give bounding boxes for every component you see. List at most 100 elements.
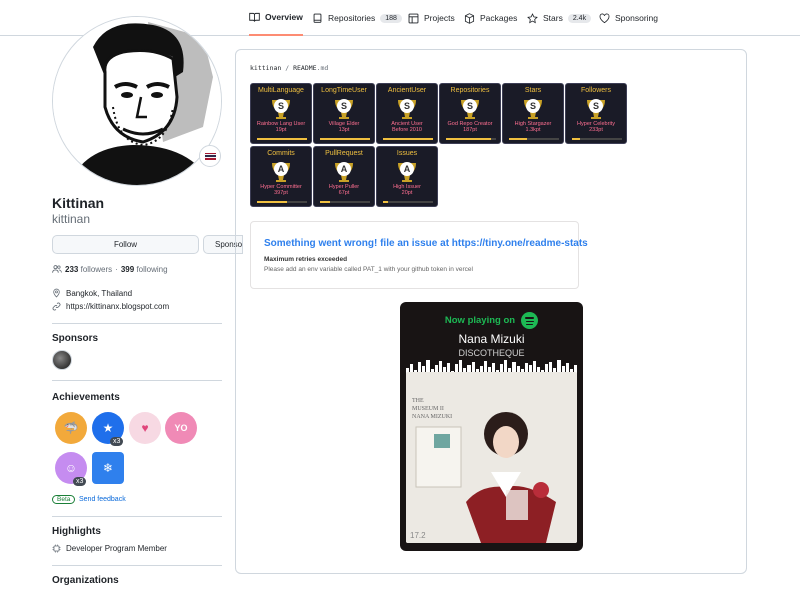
trophy-title: Repositories [450, 87, 490, 94]
trophy-icon: A [332, 159, 356, 183]
readme-file: README [293, 64, 317, 72]
trophy-points: 67pt [338, 190, 350, 196]
trophy-title: Issues [396, 150, 418, 157]
achievements-title: Achievements [52, 392, 120, 403]
status-badge[interactable] [199, 145, 221, 167]
trophy-progress-fill [572, 138, 580, 140]
avatar-illustration [53, 17, 221, 185]
trophy-points: 397pt [274, 190, 288, 196]
album-cover: THE MUSEUM II NANA MIZUKI 17.2 [406, 372, 577, 543]
trophy-card: AncientUser S Ancient User Before 2010 [376, 83, 438, 144]
star-icon [527, 12, 538, 23]
trophy-points: 233pt [589, 127, 603, 133]
people-icon [52, 265, 62, 273]
starstruck-icon: ★ [102, 421, 114, 435]
trophy-points: 187pt [463, 127, 477, 133]
tab-overview[interactable]: Overview [249, 0, 303, 36]
trophy-title: Stars [524, 87, 542, 94]
website-link[interactable]: https://kittinanx.blogspot.com [66, 302, 169, 311]
trophy-progress-fill [257, 138, 307, 140]
trophy-rank: S [589, 99, 603, 113]
follow-stats: 233 followers · 399 following [52, 264, 168, 274]
link-icon [52, 302, 61, 311]
trophy-title: MultiLanguage [258, 87, 304, 94]
avatar[interactable] [52, 16, 222, 186]
book-icon [249, 12, 260, 22]
trophy-card: PullRequest A Hyper Puller 67pt [313, 146, 375, 207]
trophy-progress [446, 138, 496, 140]
cover-line: THE [412, 398, 424, 404]
sponsors-title: Sponsors [52, 333, 99, 344]
path-separator: / [285, 64, 290, 72]
trophy-icon: A [269, 159, 293, 183]
trophy-icon: S [269, 96, 293, 120]
send-feedback-link[interactable]: Send feedback [79, 496, 126, 503]
achievement-heart-on-sleeve[interactable]: ♥ [129, 412, 161, 444]
trophy-progress-fill [383, 138, 433, 140]
achievement-multiplier: x3 [73, 477, 87, 486]
trophy-rank: S [463, 99, 477, 113]
thailand-flag-icon [204, 152, 216, 160]
trophy-progress-fill [320, 138, 370, 140]
tab-label: Sponsoring [615, 13, 659, 23]
separator: · [115, 264, 118, 274]
trophy-points: Before 2010 [392, 127, 422, 133]
table-icon [408, 13, 419, 23]
repo-icon [313, 13, 322, 23]
tab-packages[interactable]: Packages [464, 0, 517, 36]
tab-label: Overview [265, 12, 303, 22]
trophy-rank: A [337, 162, 351, 176]
following-link[interactable]: 399 following [121, 265, 168, 274]
achievement-arctic-code-vault[interactable]: ❄ [92, 452, 124, 484]
tab-stars[interactable]: Stars 2.4k [527, 0, 592, 36]
tab-repositories[interactable]: Repositories 188 [312, 0, 402, 36]
error-line-2: Please add an env variable called PAT_1 … [264, 266, 473, 273]
trophy-icon: S [458, 96, 482, 120]
followers-link[interactable]: 233 followers [65, 265, 112, 274]
error-line-1: Maximum retries exceeded [264, 256, 348, 263]
trophy-title: Commits [267, 150, 295, 157]
tab-label: Packages [480, 13, 518, 23]
achievement-pull-shark[interactable]: 🦈 [55, 412, 87, 444]
readme-user-link[interactable]: kittinan [250, 64, 281, 72]
trophy-card: Issues A High Issuer 20pt [376, 146, 438, 207]
trophy-progress [257, 201, 307, 203]
sponsor-avatar[interactable] [52, 350, 72, 370]
website[interactable]: https://kittinanx.blogspot.com [52, 302, 169, 311]
cover-text: THE MUSEUM II NANA MIZUKI [412, 397, 452, 421]
heart-icon [599, 13, 610, 23]
tab-projects[interactable]: Projects [408, 0, 455, 36]
error-title[interactable]: Something went wrong! file an issue at h… [264, 238, 588, 249]
follow-button[interactable]: Follow [52, 235, 199, 254]
repositories-count: 188 [380, 13, 402, 23]
trophy-icon: S [332, 96, 356, 120]
now-playing: Now playing on [400, 312, 583, 329]
following-label: following [136, 264, 168, 274]
highlight-item: Developer Program Member [52, 544, 167, 553]
cpu-icon [52, 544, 61, 553]
trophy-title: Followers [581, 87, 611, 94]
readme-ext: .md [316, 64, 329, 72]
trophy-progress [257, 138, 307, 140]
trophy-card: Repositories S God Repo Creator 187pt [439, 83, 501, 144]
now-playing-label: Now playing on [444, 315, 516, 326]
tab-sponsoring[interactable]: Sponsoring [599, 0, 658, 36]
trophy-rank: A [400, 162, 414, 176]
trophy-progress [383, 201, 433, 203]
package-icon [464, 12, 475, 24]
highlights-title: Highlights [52, 526, 101, 537]
trophy-progress-fill [446, 138, 491, 140]
trophy-title: AncientUser [387, 87, 427, 94]
trophy-progress-fill [320, 201, 330, 203]
trophy-card: MultiLanguage S Rainbow Lang User 19pt [250, 83, 312, 144]
yolo-icon: YO [174, 423, 188, 433]
achievement-yolo[interactable]: YO [165, 412, 197, 444]
cover-line: MUSEUM II [412, 406, 444, 412]
song-title: DISCOTHEQUE [458, 348, 525, 358]
stats-error-card [250, 221, 579, 289]
arctic-code-vault-icon: ❄ [102, 461, 114, 475]
trophy-points: 1.3kpt [525, 127, 541, 133]
tab-label: Repositories [328, 13, 376, 23]
trophy-card: Followers S Hyper Celebrity 233pt [565, 83, 627, 144]
quickdraw-icon: ☺ [64, 461, 78, 475]
